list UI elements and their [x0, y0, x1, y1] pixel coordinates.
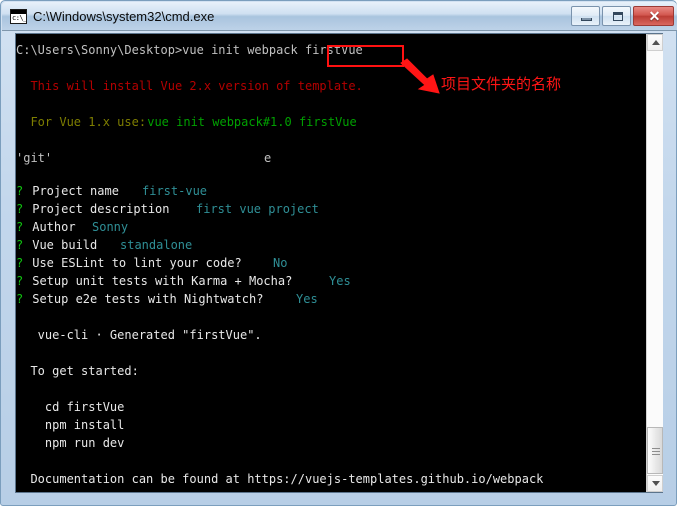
console-text-segment: ? [16, 220, 24, 234]
maximize-button[interactable] [602, 6, 631, 26]
console-text-segment: npm run dev [16, 436, 125, 450]
console-line: ? Vue build standalone [16, 236, 647, 254]
icon-prompt-glyph: c:\_ [12, 14, 27, 22]
console-line: ? Project name first-vue [16, 182, 647, 200]
console-text-segment: Project description [25, 202, 177, 216]
console-line: 'git' e [16, 149, 647, 167]
console-line: ? Setup unit tests with Karma + Mocha? Y… [16, 272, 647, 290]
console-line: ? Setup e2e tests with Nightwatch? Yes [16, 290, 647, 308]
minimize-button[interactable] [571, 6, 600, 26]
console-text-segment: C:\Users\Sonny\Desktop>vue init webpack … [16, 43, 363, 57]
console-text-segment: vue init webpack#1.0 firstVue [140, 115, 357, 129]
window-title: C:\Windows\system32\cmd.exe [33, 9, 215, 24]
annotation-highlight-box [327, 45, 404, 67]
console-text-segment: e [264, 151, 272, 165]
minimize-icon [581, 18, 592, 21]
console-text-segment: For Vue 1.x use: [16, 115, 147, 129]
console-text-segment: Vue build [25, 238, 105, 252]
console-line: ? Author Sonny [16, 218, 647, 236]
console-text-segment: Project name [25, 184, 127, 198]
console-text-segment: ? [16, 202, 24, 216]
console-text-segment: Author [25, 220, 83, 234]
console-text-segment: Documentation can be found at https://vu… [16, 472, 544, 486]
thumb-grip-line [652, 454, 660, 455]
console-line: npm install [16, 416, 647, 434]
console-line: cd firstVue [16, 398, 647, 416]
console-text-segment: cd firstVue [16, 400, 125, 414]
console-text-segment: first-vue [142, 184, 208, 198]
maximize-icon [613, 12, 623, 21]
console-text-segment: This will install Vue 2.x version of tem… [16, 79, 363, 93]
console-text-segment: vue-cli · Generated "firstVue". [16, 328, 262, 342]
thumb-grip-line [652, 451, 660, 452]
console-text-segment: Sonny [92, 220, 129, 234]
scroll-up-arrow-button[interactable] [647, 34, 663, 51]
console-text-segment: Setup unit tests with Karma + Mocha? [25, 274, 300, 288]
chevron-down-icon [652, 481, 660, 486]
scrollbar-track[interactable] [647, 51, 663, 475]
console-text-segment: ? [16, 238, 24, 252]
console-text-segment: Setup e2e tests with Nightwatch? [25, 292, 271, 306]
console-text-segment: ? [16, 256, 24, 270]
console-text-segment: Use ESLint to lint your code? [25, 256, 249, 270]
cmd-window: c:\_ C:\Windows\system32\cmd.exe ✕ C:\Us… [0, 0, 677, 506]
console-text: C:\Users\Sonny\Desktop>vue init webpack … [16, 34, 647, 492]
console-text-segment: Yes [329, 274, 351, 288]
console-line: To get started: [16, 362, 647, 380]
annotation-label: 项目文件夹的名称 [441, 75, 562, 93]
console-output-area[interactable]: C:\Users\Sonny\Desktop>vue init webpack … [15, 33, 663, 493]
console-text-segment: standalone [120, 238, 193, 252]
vertical-scrollbar[interactable] [646, 34, 663, 492]
scrollbar-thumb[interactable] [647, 427, 663, 474]
console-line: ? Project description first vue project [16, 200, 647, 218]
console-text-segment: Yes [296, 292, 318, 306]
console-text-segment: ? [16, 184, 24, 198]
title-bar[interactable]: c:\_ C:\Windows\system32\cmd.exe ✕ [2, 2, 677, 31]
console-text-segment: first vue project [196, 202, 319, 216]
console-text-segment: ? [16, 292, 24, 306]
cmd-console-icon: c:\_ [10, 9, 27, 24]
console-text-segment: npm install [16, 418, 125, 432]
console-line: ? Use ESLint to lint your code? No [16, 254, 647, 272]
console-line: npm run dev [16, 434, 647, 452]
scroll-down-arrow-button[interactable] [647, 475, 663, 492]
console-line: vue-cli · Generated "firstVue". [16, 326, 647, 344]
console-text-segment: 'git' [16, 151, 53, 165]
console-text-segment: ? [16, 274, 24, 288]
close-icon: ✕ [648, 8, 661, 24]
console-text-segment: No [273, 256, 288, 270]
console-line: For Vue 1.x use: vue init webpack#1.0 fi… [16, 113, 647, 131]
chevron-up-icon [652, 40, 660, 45]
console-text-segment: To get started: [16, 364, 139, 378]
thumb-grip-line [652, 448, 660, 449]
console-line: Documentation can be found at https://vu… [16, 470, 647, 488]
close-button[interactable]: ✕ [633, 6, 674, 26]
